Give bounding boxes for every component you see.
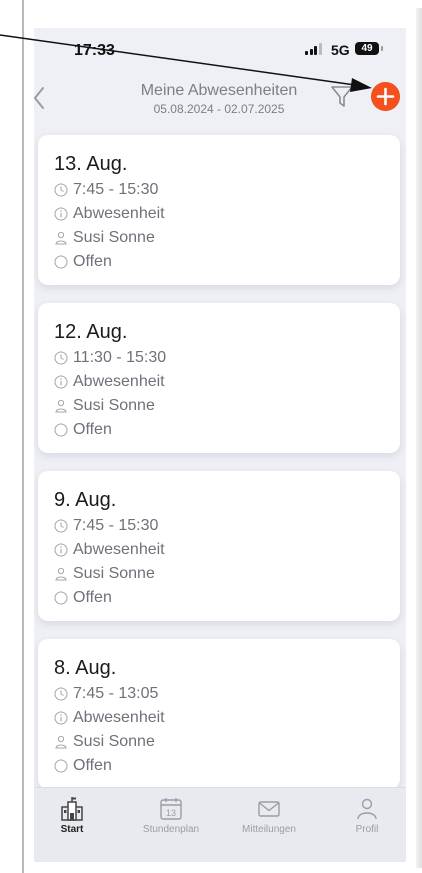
absence-status: Offen [73,589,112,606]
clock-icon [54,687,68,701]
absence-person: Susi Sonne [73,397,155,414]
person-icon [55,399,67,413]
absence-person: Susi Sonne [73,733,155,750]
tab-label: Stundenplan [142,824,200,835]
status-circle-icon [54,423,68,437]
absence-person: Susi Sonne [73,229,155,246]
tab-label: Start [60,824,84,835]
tab-mitteilungen[interactable]: Mitteilungen [224,796,314,846]
absence-card[interactable]: 9. Aug. 7:45 - 15:30 Abwesenheit Susi So… [38,471,400,621]
plus-icon[interactable] [371,82,400,111]
absence-card[interactable]: 8. Aug. 7:45 - 13:05 Abwesenheit Susi So… [38,639,400,789]
absence-status-row: Offen [54,251,112,273]
status-circle-icon [54,759,68,773]
signal-icon [305,43,322,55]
person-icon [55,735,67,749]
absence-time: 7:45 - 15:30 [73,517,159,534]
tab-label: Mitteilungen [242,824,296,835]
tab-label: Profil [355,824,379,835]
absence-time-row: 7:45 - 15:30 [54,179,158,201]
info-icon [54,207,68,221]
date-range: 05.08.2024 - 02.07.2025 [153,102,285,116]
absence-date: 13. Aug. [54,153,128,175]
info-icon [54,711,68,725]
person-icon [357,798,377,820]
absence-card[interactable]: 13. Aug. 7:45 - 15:30 Abwesenheit Susi S… [38,135,400,285]
person-icon [55,567,67,581]
absence-date: 8. Aug. [54,657,117,679]
absence-type: Abwesenheit [73,205,165,222]
absence-type: Abwesenheit [73,541,165,558]
tab-stundenplan[interactable]: 13 Stundenplan [126,796,216,846]
filter-icon[interactable] [330,84,354,110]
clock-icon [54,351,68,365]
absence-status: Offen [73,757,112,774]
page-title: Meine Abwesenheiten [140,82,298,99]
info-icon [54,543,68,557]
frame-edge [416,8,422,868]
absence-type-row: Abwesenheit [54,707,165,729]
page: 17:33 5G 49 Meine Abwesenheiten 05.08.20… [0,0,422,873]
tab-start[interactable]: Start [34,796,117,846]
absence-person-row: Susi Sonne [54,563,155,585]
absence-card[interactable]: 12. Aug. 11:30 - 15:30 Abwesenheit Susi … [38,303,400,453]
status-time: 17:33 [74,42,115,59]
network-type: 5G [331,42,350,58]
frame-border [22,0,24,873]
clock-icon [54,183,68,197]
absence-time: 11:30 - 15:30 [73,349,167,366]
absence-person-row: Susi Sonne [54,227,155,249]
absence-status-row: Offen [54,587,112,609]
absence-person-row: Susi Sonne [54,731,155,753]
header: Meine Abwesenheiten 05.08.2024 - 02.07.2… [34,76,406,122]
clock-icon [54,519,68,533]
absence-type-row: Abwesenheit [54,371,165,393]
calendar-day: 13 [166,808,176,818]
absence-time: 7:45 - 13:05 [73,685,159,702]
absence-time-row: 7:45 - 15:30 [54,515,158,537]
chevron-left-icon[interactable] [34,84,50,112]
tab-bar: Start 13 Stundenplan Mitteilungen Profil [34,787,406,862]
absence-status-row: Offen [54,755,112,777]
absence-time-row: 11:30 - 15:30 [54,347,166,369]
absence-date: 12. Aug. [54,321,128,343]
absence-person-row: Susi Sonne [54,395,155,417]
absence-date: 9. Aug. [54,489,117,511]
tab-profil[interactable]: Profil [322,796,406,846]
absence-status: Offen [73,421,112,438]
absence-type-row: Abwesenheit [54,539,165,561]
absence-person: Susi Sonne [73,565,155,582]
status-circle-icon [54,255,68,269]
calendar-icon: 13 [160,798,182,820]
battery-icon: 49 [355,42,383,55]
person-icon [55,231,67,245]
absence-type: Abwesenheit [73,373,165,390]
absence-type: Abwesenheit [73,709,165,726]
status-circle-icon [54,591,68,605]
absence-type-row: Abwesenheit [54,203,165,225]
info-icon [54,375,68,389]
status-bar: 17:33 5G 49 [34,28,406,76]
absence-time-row: 7:45 - 13:05 [54,683,158,705]
school-icon [61,797,83,821]
absence-status: Offen [73,253,112,270]
absence-status-row: Offen [54,419,112,441]
absence-time: 7:45 - 15:30 [73,181,159,198]
phone-screen: 17:33 5G 49 Meine Abwesenheiten 05.08.20… [34,28,406,862]
mail-icon [258,801,280,817]
